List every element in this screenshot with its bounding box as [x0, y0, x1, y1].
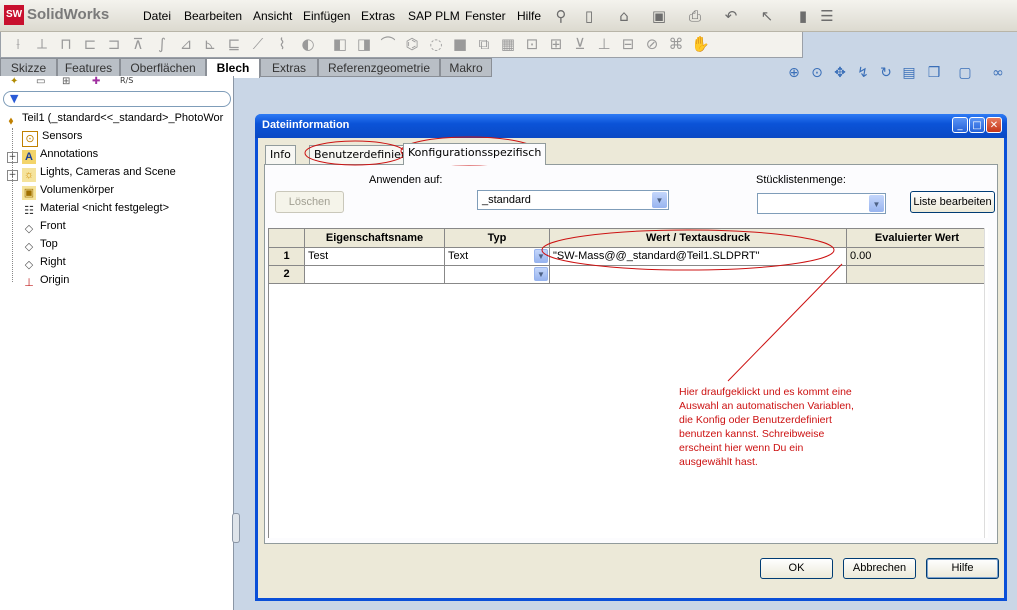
- highlight-ellipse-value-cell: [541, 229, 835, 271]
- highlight-ellipse-benutzerdefiniert: [304, 140, 406, 166]
- annotation-note: Hier draufgeklickt und es kommt eine Aus…: [679, 386, 854, 468]
- annotation-overlay: [304, 136, 843, 382]
- tab-konfigurationsspezifisch[interactable]: Konfigurationsspezifisch: [403, 143, 547, 165]
- annotation-pointer-line: [727, 263, 843, 382]
